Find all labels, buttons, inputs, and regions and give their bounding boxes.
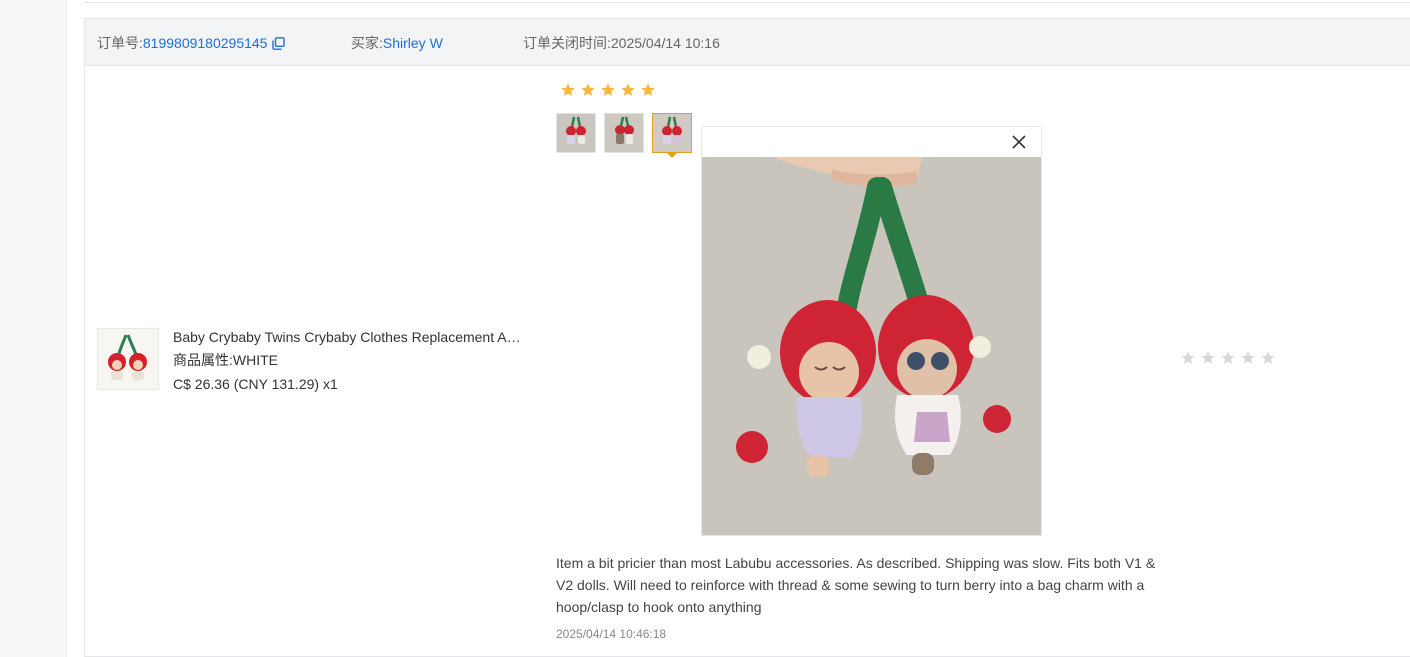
star-icon[interactable] [1180,350,1196,366]
product-thumbnail[interactable] [97,328,159,390]
review-text: Item a bit pricier than most Labubu acce… [556,555,1156,615]
buyer-link[interactable]: Shirley W [383,35,443,51]
star-icon[interactable] [1260,350,1276,366]
star-icon [560,82,576,98]
star-icon[interactable] [1200,350,1216,366]
product-attribute: 商品属性:WHITE [173,351,278,369]
selected-thumb-indicator [666,152,678,158]
order-review-card: 订单号:8199809180295145 买家:Shirley W 订单关闭时间… [84,18,1410,657]
product-attribute-label: 商品属性: [173,352,233,368]
star-icon[interactable] [1240,350,1256,366]
order-number-label: 订单号: [97,35,143,51]
order-closed-time: 订单关闭时间:2025/04/14 10:16 [523,35,720,51]
seller-rating[interactable] [1180,350,1276,366]
review-photo [702,157,1041,535]
left-sidebar [0,0,67,657]
image-preview-popup [701,126,1042,536]
star-icon [620,82,636,98]
copy-icon[interactable] [272,37,286,53]
close-icon[interactable] [1011,134,1027,150]
buyer-label: 买家: [351,35,383,51]
quantity: x1 [322,376,338,392]
price-value: C$ 26.36 (CNY 131.29) [173,376,320,392]
product-title[interactable]: Baby Crybaby Twins Crybaby Clothes Repla… [173,328,523,346]
star-icon [580,82,596,98]
review-date: 2025/04/14 10:46:18 [556,627,667,641]
previous-card-edge [84,0,1410,3]
product-attribute-value: WHITE [232,352,278,368]
review-image-thumb-2[interactable] [604,113,644,153]
star-icon[interactable] [1220,350,1236,366]
buyer: 买家:Shirley W [351,33,443,53]
review-image-thumb-1[interactable] [556,113,596,153]
order-number-link[interactable]: 8199809180295145 [143,35,268,51]
product-price: C$ 26.36 (CNY 131.29) x1 [173,375,338,393]
star-icon [640,82,656,98]
order-number: 订单号:8199809180295145 [97,33,286,53]
order-header: 订单号:8199809180295145 买家:Shirley W 订单关闭时间… [85,19,1410,66]
star-icon [600,82,616,98]
review-rating [560,82,656,98]
review-image-thumb-3[interactable] [652,113,692,153]
